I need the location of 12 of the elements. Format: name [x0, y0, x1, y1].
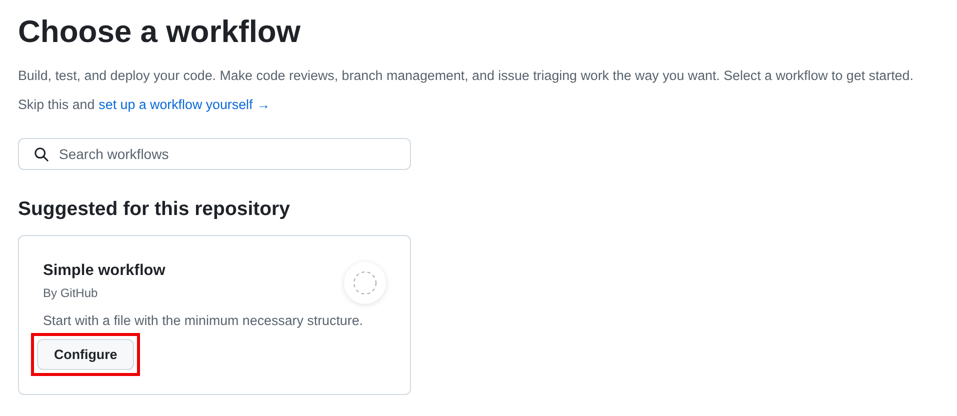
workflow-author: By GitHub — [43, 286, 99, 300]
workflow-description: Start with a file with the minimum necessary structure. — [43, 313, 364, 328]
setup-link[interactable]: set up a workflow yourself → — [98, 97, 270, 112]
dashed-circle-icon — [353, 271, 377, 295]
page-title: Choose a workflow — [18, 13, 302, 51]
workflow-name: Simple workflow — [43, 262, 166, 280]
configure-button[interactable]: Configure — [37, 339, 134, 370]
search-field[interactable]: Search workflows — [18, 138, 411, 170]
page-description: Build, test, and deploy your code. Make code reviews, branch management, and issue triaging work the way you want. Select a workflow to get started. — [18, 68, 914, 83]
search-icon — [34, 147, 49, 162]
skip-text: Skip this and — [18, 97, 95, 112]
section-heading: Suggested for this repository — [18, 198, 291, 221]
